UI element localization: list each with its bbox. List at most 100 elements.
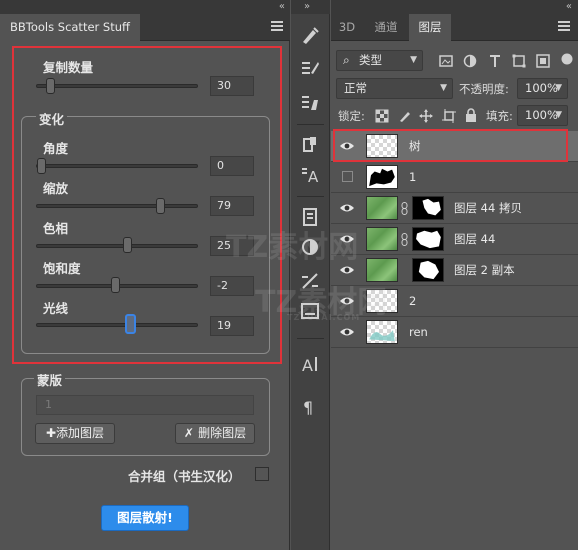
layer-name[interactable]: 图层 44 bbox=[454, 224, 495, 255]
notes-icon[interactable] bbox=[299, 206, 321, 228]
tab-channels[interactable]: 通道 bbox=[365, 14, 407, 41]
lock-artboard-icon[interactable] bbox=[442, 109, 456, 123]
timeline-icon[interactable] bbox=[299, 300, 321, 322]
scale-label: 缩放 bbox=[43, 181, 69, 196]
lock-all-icon[interactable] bbox=[464, 108, 478, 122]
layer-name[interactable]: ren bbox=[409, 317, 428, 348]
layer-name[interactable]: 1 bbox=[409, 162, 416, 193]
highlight-box-selected-layer bbox=[333, 129, 568, 162]
fill-field[interactable]: 100% ▼ bbox=[517, 105, 568, 126]
add-layer-button[interactable]: ✚添加图层 bbox=[35, 423, 115, 444]
link-chain-icon[interactable] bbox=[401, 233, 408, 246]
shape-filter-icon[interactable] bbox=[512, 54, 526, 68]
clone-source-icon[interactable] bbox=[299, 92, 321, 114]
plus-icon: ✚ bbox=[45, 426, 57, 440]
adjustments-icon[interactable] bbox=[299, 236, 321, 258]
delete-layer-button[interactable]: ✗ 删除图层 bbox=[175, 423, 255, 444]
merge-group-checkbox[interactable] bbox=[255, 467, 269, 481]
opacity-label: 不透明度: bbox=[459, 82, 509, 96]
layer-thumbnail bbox=[366, 258, 398, 282]
visibility-eye-icon[interactable] bbox=[339, 295, 355, 307]
angle-value[interactable]: 0 bbox=[210, 156, 254, 176]
chevron-down-icon: ▼ bbox=[555, 110, 562, 120]
mask-value-field[interactable]: 1 bbox=[36, 395, 254, 415]
visibility-off-box[interactable] bbox=[342, 171, 353, 182]
copies-slider-track[interactable] bbox=[36, 84, 198, 88]
filter-kind-label: 类型 bbox=[359, 53, 382, 67]
layer-row-layer44[interactable]: 图层 44 bbox=[331, 224, 578, 255]
light-value[interactable]: 19 bbox=[210, 316, 254, 336]
adjustment-filter-icon[interactable] bbox=[463, 54, 477, 68]
layer-row-1[interactable]: 1 bbox=[331, 162, 578, 193]
scale-slider-thumb[interactable] bbox=[156, 198, 165, 214]
properties-icon[interactable] bbox=[299, 270, 321, 292]
layer-name[interactable]: 图层 2 副本 bbox=[454, 255, 515, 286]
layer-mask-thumbnail bbox=[412, 227, 444, 251]
layer-thumbnail bbox=[366, 227, 398, 251]
type-filter-icon[interactable] bbox=[488, 54, 502, 68]
visibility-eye-icon[interactable] bbox=[339, 264, 355, 276]
panel-top-strip: « bbox=[0, 0, 290, 14]
scale-slider-track[interactable] bbox=[36, 204, 198, 208]
layer-filter-select[interactable]: ⌕ 类型 ▼ bbox=[336, 50, 423, 71]
character-panel-icon[interactable]: A bbox=[299, 353, 321, 375]
copies-value[interactable]: 30 bbox=[210, 76, 254, 96]
smart-object-filter-icon[interactable] bbox=[536, 54, 550, 68]
delete-layer-label: 删除图层 bbox=[198, 426, 247, 440]
layer-name[interactable]: 图层 44 拷贝 bbox=[454, 193, 522, 224]
collapse-icon[interactable]: » bbox=[304, 0, 310, 14]
tab-3d[interactable]: 3D bbox=[331, 14, 363, 41]
visibility-eye-icon[interactable] bbox=[339, 233, 355, 245]
layer-row-layer2-copy[interactable]: 图层 2 副本 bbox=[331, 255, 578, 286]
blend-mode-select[interactable]: 正常 ▼ bbox=[336, 78, 453, 99]
tool-separator bbox=[297, 338, 324, 339]
light-slider-thumb[interactable] bbox=[125, 314, 136, 334]
character-styles-icon[interactable] bbox=[299, 134, 321, 156]
tab-layers[interactable]: 图层 bbox=[409, 14, 451, 41]
visibility-eye-icon[interactable] bbox=[339, 202, 355, 214]
scatter-layers-button[interactable]: 图层散射! bbox=[101, 505, 189, 531]
layers-menu-icon[interactable] bbox=[558, 19, 572, 33]
layer-name[interactable]: 2 bbox=[409, 286, 416, 317]
mask-group bbox=[21, 378, 270, 456]
opacity-value: 100% bbox=[525, 81, 558, 95]
collapse-icon[interactable]: « bbox=[279, 0, 285, 14]
hue-slider-thumb[interactable] bbox=[123, 237, 132, 253]
angle-slider-thumb[interactable] bbox=[37, 158, 46, 174]
layer-thumbnail bbox=[366, 289, 398, 313]
hue-label: 色相 bbox=[43, 221, 69, 236]
visibility-eye-icon[interactable] bbox=[339, 326, 355, 338]
layer-row-2[interactable]: 2 bbox=[331, 286, 578, 317]
paragraph-styles-icon[interactable]: A bbox=[299, 164, 321, 186]
saturation-label: 饱和度 bbox=[43, 261, 81, 276]
layer-thumbnail bbox=[366, 320, 398, 344]
brush-settings-icon[interactable] bbox=[299, 24, 321, 46]
angle-slider-track[interactable] bbox=[36, 164, 198, 168]
saturation-value[interactable]: -2 bbox=[210, 276, 254, 296]
lock-pixels-icon[interactable] bbox=[398, 109, 412, 123]
lock-position-icon[interactable] bbox=[419, 109, 433, 123]
link-chain-icon[interactable] bbox=[401, 202, 408, 215]
layer-row-layer44-copy[interactable]: 图层 44 拷贝 bbox=[331, 193, 578, 224]
hue-value[interactable]: 25 bbox=[210, 236, 254, 256]
scale-value[interactable]: 79 bbox=[210, 196, 254, 216]
lock-transparent-icon[interactable] bbox=[375, 109, 389, 123]
fill-label: 填充: bbox=[486, 109, 513, 123]
light-label: 光线 bbox=[43, 301, 69, 316]
copies-slider-thumb[interactable] bbox=[46, 78, 55, 94]
panel-menu-icon[interactable] bbox=[271, 19, 285, 33]
light-slider-track[interactable] bbox=[36, 323, 198, 327]
layer-row-ren[interactable]: ren bbox=[331, 317, 578, 348]
collapse-icon[interactable]: « bbox=[566, 0, 572, 14]
pixel-filter-icon[interactable] bbox=[439, 54, 453, 68]
tab-scatter-stuff[interactable]: BBTools Scatter Stuff bbox=[0, 14, 140, 41]
tool-separator bbox=[297, 196, 324, 197]
layers-panel-strip: « bbox=[331, 0, 578, 14]
filter-toggle-icon[interactable] bbox=[560, 52, 574, 66]
lock-label: 锁定: bbox=[338, 109, 365, 123]
paragraph-panel-icon[interactable]: ¶ bbox=[299, 395, 321, 417]
saturation-slider-thumb[interactable] bbox=[111, 277, 120, 293]
hue-slider-track[interactable] bbox=[36, 244, 198, 248]
brush-presets-icon[interactable] bbox=[299, 56, 321, 78]
opacity-field[interactable]: 100% ▼ bbox=[517, 78, 568, 99]
